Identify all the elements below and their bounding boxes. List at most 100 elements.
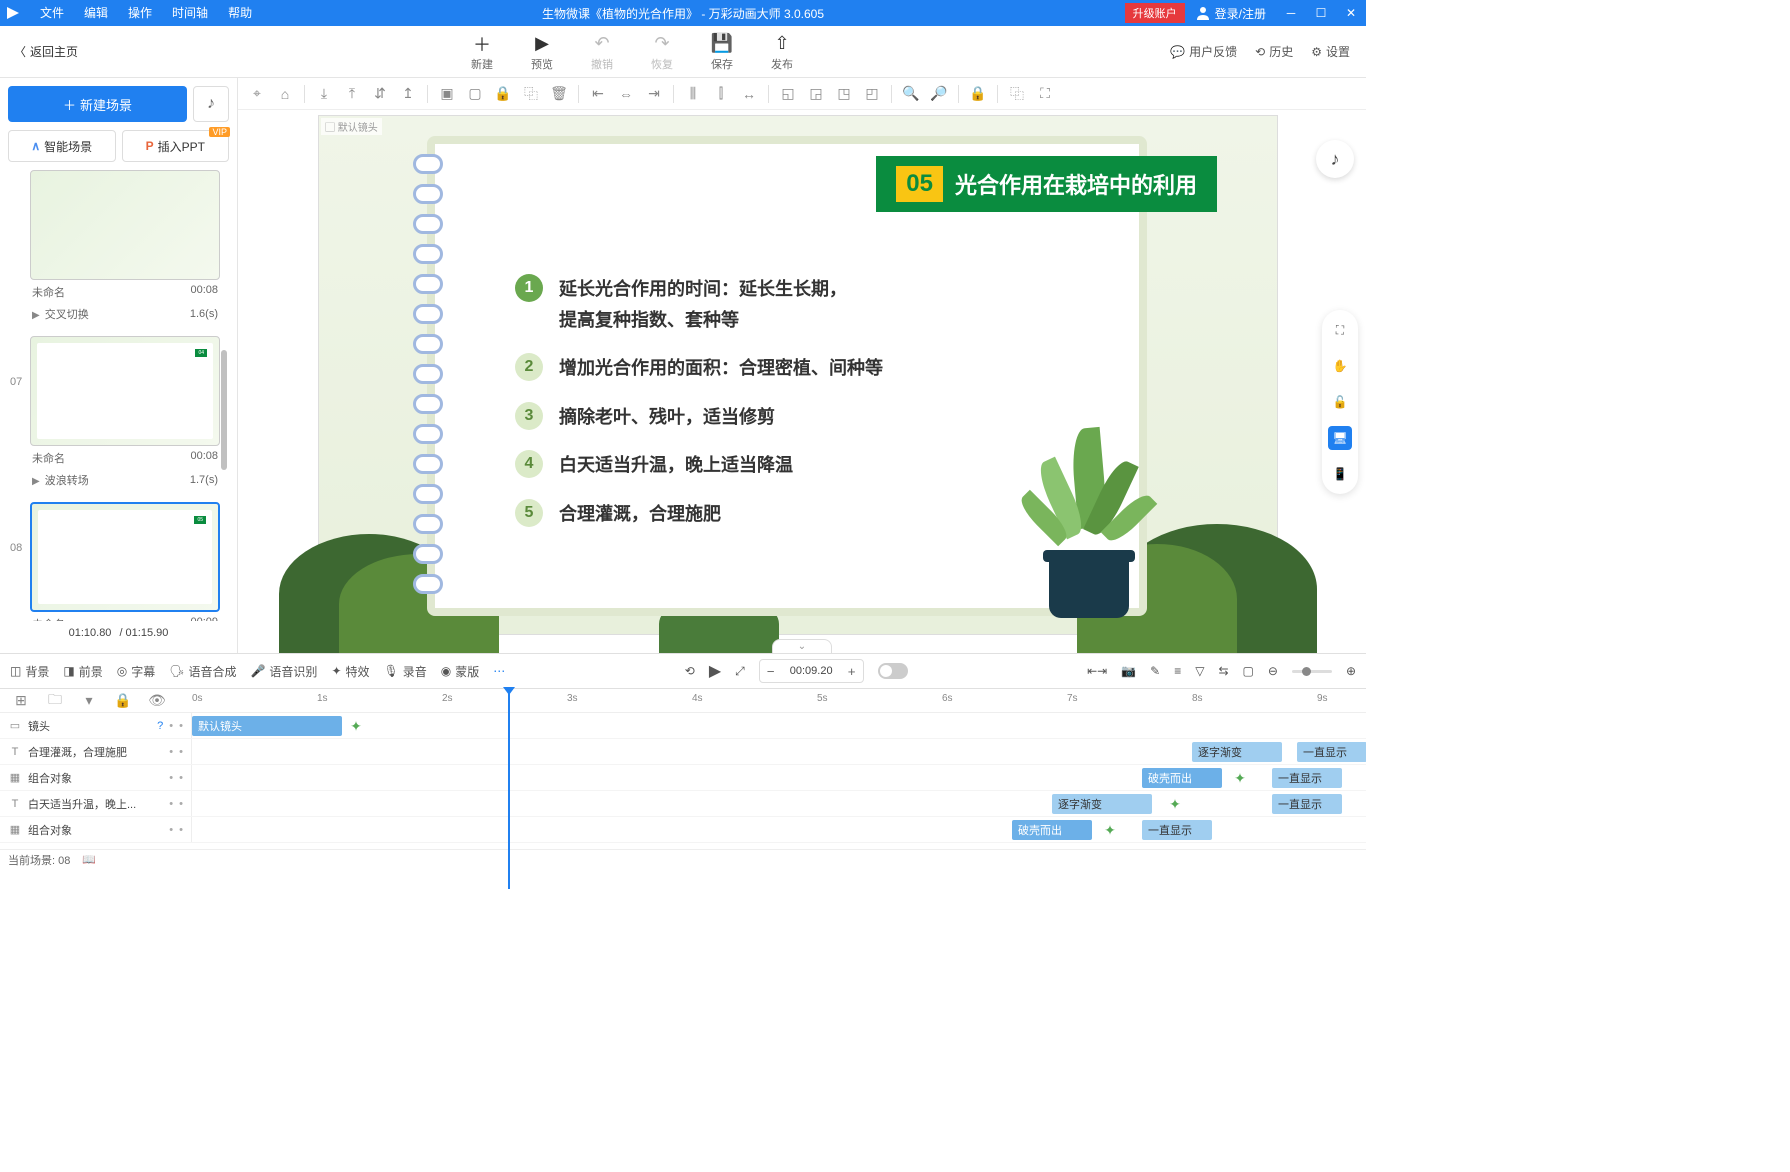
menu-action[interactable]: 操作 xyxy=(118,0,162,26)
keyframe-dot-icon[interactable]: • xyxy=(169,824,173,836)
camera-tool-icon[interactable]: 📷 xyxy=(1121,664,1136,678)
keyframe-dot-icon[interactable]: • xyxy=(169,772,173,784)
keyframe-icon[interactable]: ✦ xyxy=(1232,770,1248,786)
track-header[interactable]: ▭ 镜头?• • xyxy=(0,713,192,738)
track[interactable]: 破壳而出 一直显示 ✦ xyxy=(192,765,1366,790)
minimize-button[interactable]: ─ xyxy=(1276,0,1306,26)
music-button[interactable]: ♪ xyxy=(193,86,229,122)
timeline-clip[interactable]: 逐字渐变 xyxy=(1192,742,1282,762)
scene-item[interactable]: 未命名00:08 ▶ 交叉切换 1.6(s) xyxy=(30,170,229,328)
group-icon[interactable]: ▣ xyxy=(434,81,460,107)
close-button[interactable]: ✕ xyxy=(1336,0,1366,26)
copy-canvas-icon[interactable]: ⿻ xyxy=(1004,81,1030,107)
more-button[interactable]: ⋯ xyxy=(493,664,505,678)
ungroup-icon[interactable]: ▢ xyxy=(462,81,488,107)
collapse-handle[interactable]: ⌄ xyxy=(772,639,832,653)
layers-icon[interactable]: ≡ xyxy=(1174,664,1181,678)
track-header[interactable]: ▦ 组合对象• • xyxy=(0,765,192,790)
keyframe-dot-icon[interactable]: • xyxy=(179,824,183,836)
time-input[interactable]: − 00:09.20 + xyxy=(759,659,864,683)
track[interactable]: 破壳而出一直显示✦ xyxy=(192,817,1366,842)
timeline-clip[interactable]: 一直显示 xyxy=(1297,742,1366,762)
tts-button[interactable]: 🗣语音合成 xyxy=(169,663,236,680)
delete-icon[interactable]: 🗑 xyxy=(546,81,572,107)
canvas-music-button[interactable]: ♪ xyxy=(1316,140,1354,178)
zoom-in-icon[interactable]: 🔍 xyxy=(898,81,924,107)
设置-button[interactable]: ⚙设置 xyxy=(1311,43,1350,60)
login-button[interactable]: 登录/注册 xyxy=(1185,5,1276,22)
align-top-icon[interactable]: ⤒ xyxy=(339,81,365,107)
zoom-slider[interactable] xyxy=(1292,670,1332,673)
mask-button[interactable]: ◉蒙版 xyxy=(441,663,480,680)
timeline-clip[interactable]: 默认镜头 xyxy=(192,716,342,736)
screenshot-icon[interactable]: ▢ xyxy=(1243,664,1254,678)
keyframe-dot-icon[interactable]: • xyxy=(179,746,183,758)
distribute-v-icon[interactable]: ⫿ xyxy=(708,81,734,107)
keyframe-dot-icon[interactable]: • xyxy=(179,798,183,810)
发布-button[interactable]: ⇧发布 xyxy=(752,32,812,72)
spacing-icon[interactable]: ↔ xyxy=(736,81,762,107)
effect-button[interactable]: ✦特效 xyxy=(331,663,369,680)
scene-thumbnail[interactable]: 04 xyxy=(30,336,220,446)
keyframe-icon[interactable]: ✦ xyxy=(1102,822,1118,838)
用户反馈-button[interactable]: 💬用户反馈 xyxy=(1170,43,1237,60)
keyframe-dot-icon[interactable]: • xyxy=(169,720,173,732)
track[interactable]: 逐字渐变一直显示 xyxy=(192,739,1366,764)
scene-item[interactable]: 08 05 未命名00:09 ▶ 全方块 1.7(s) xyxy=(30,502,229,621)
撤销-button[interactable]: ↶撤销 xyxy=(572,32,632,72)
mobile-icon[interactable]: 📱 xyxy=(1328,462,1352,486)
timeline-clip[interactable]: 一直显示 xyxy=(1142,820,1212,840)
transition-row[interactable]: ▶ 交叉切换 1.6(s) xyxy=(30,304,220,328)
play-button[interactable]: ▶ xyxy=(709,661,721,681)
folder-icon[interactable]: 🗀 xyxy=(42,688,68,714)
menu-file[interactable]: 文件 xyxy=(30,0,74,26)
track[interactable]: 默认镜头 ✦ xyxy=(192,713,1366,738)
maximize-button[interactable]: ☐ xyxy=(1306,0,1336,26)
menu-edit[interactable]: 编辑 xyxy=(74,0,118,26)
keyframe-dot-icon[interactable]: • xyxy=(169,746,173,758)
zoom-track-out-icon[interactable]: ⊖ xyxy=(1268,664,1278,678)
menu-timeline[interactable]: 时间轴 xyxy=(162,0,218,26)
fit-width-icon[interactable]: ⇤⇥ xyxy=(1087,664,1107,678)
collapse-icon[interactable]: ▾ xyxy=(76,688,102,714)
lock-tracks-icon[interactable]: 🔒 xyxy=(110,688,136,714)
expand-button[interactable]: ⤢ xyxy=(735,664,745,679)
distribute-h-icon[interactable]: ⫼ xyxy=(680,81,706,107)
help-icon[interactable]: ? xyxy=(157,720,163,732)
align-right-icon[interactable]: ⇥ xyxy=(641,81,667,107)
align-vcenter-icon[interactable]: ⇵ xyxy=(367,81,393,107)
timeline-clip[interactable]: 一直显示 xyxy=(1272,768,1342,788)
back-button[interactable]: 〈 返回主页 xyxy=(0,43,92,60)
timeline-ruler[interactable]: 0s1s2s3s4s5s6s7s8s9s xyxy=(192,689,1366,712)
scene-thumbnail[interactable] xyxy=(30,170,220,280)
fullscreen-icon[interactable]: ⛶ xyxy=(1328,318,1352,342)
keyframe-icon[interactable]: ✦ xyxy=(348,718,364,734)
scene-list[interactable]: 未命名00:08 ▶ 交叉切换 1.6(s) 07 04 未命名00:08 ▶ … xyxy=(8,170,229,621)
backward-icon[interactable]: ◰ xyxy=(859,81,885,107)
hand-icon[interactable]: ✋ xyxy=(1328,354,1352,378)
canvas-stage[interactable]: ▢ 默认镜头 1延长光合作用的时间：延长生长期， 提高复 xyxy=(238,110,1366,653)
align-up-icon[interactable]: ↥ xyxy=(395,81,421,107)
visibility-icon[interactable]: 👁 xyxy=(144,688,170,714)
pointer-icon[interactable]: ⌖ xyxy=(244,81,270,107)
time-decrease-button[interactable]: − xyxy=(760,664,782,679)
record-button[interactable]: 🎙录音 xyxy=(384,663,427,680)
恢复-button[interactable]: ↷恢复 xyxy=(632,32,692,72)
zoom-track-in-icon[interactable]: ⊕ xyxy=(1346,664,1356,678)
timeline-clip[interactable]: 一直显示 xyxy=(1272,794,1342,814)
settings-tool-icon[interactable]: ⇆ xyxy=(1218,664,1228,678)
keyframe-dot-icon[interactable]: • xyxy=(179,772,183,784)
track[interactable]: 逐字渐变一直显示✦ xyxy=(192,791,1366,816)
import-ppt-button[interactable]: P 插入PPT VIP xyxy=(122,130,230,162)
scene-item[interactable]: 07 04 未命名00:08 ▶ 波浪转场 1.7(s) xyxy=(30,336,229,494)
menu-help[interactable]: 帮助 xyxy=(218,0,262,26)
timeline-clip[interactable]: 破壳而出 xyxy=(1142,768,1222,788)
track-header[interactable]: ▦ 组合对象• • xyxy=(0,817,192,842)
copy-icon[interactable]: ⿻ xyxy=(518,81,544,107)
background-button[interactable]: ◫背景 xyxy=(10,663,49,680)
stage[interactable]: ▢ 默认镜头 1延长光合作用的时间：延长生长期， 提高复 xyxy=(318,115,1278,635)
align-hcenter-icon[interactable]: ⇔ xyxy=(613,81,639,107)
sidebar-scrollbar[interactable] xyxy=(221,350,229,470)
forward-icon[interactable]: ◳ xyxy=(831,81,857,107)
expand-icon[interactable]: ⛶ xyxy=(1032,81,1058,107)
